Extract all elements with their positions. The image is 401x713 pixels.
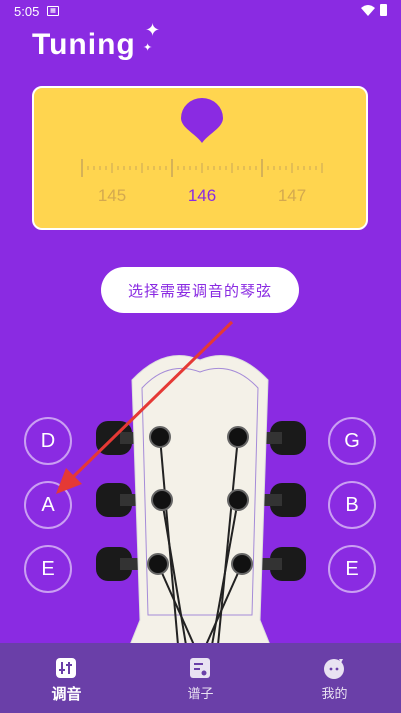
string-button-b[interactable]: B (328, 481, 376, 529)
frequency-high-label: 147 (277, 186, 307, 205)
string-button-a[interactable]: A (24, 481, 72, 529)
tuning-peg (262, 421, 306, 455)
nav-label-sheet-music: 谱子 (187, 686, 214, 701)
app-title: Tuning (32, 28, 136, 61)
tick-ruler (81, 159, 323, 177)
status-time: 5:05 (14, 4, 40, 19)
tuning-peg (262, 483, 306, 517)
sparkle-icon: ✦ (145, 20, 161, 40)
tuner-panel: 145 146 147 (32, 86, 368, 230)
tuning-peg (262, 547, 306, 581)
battery-icon (380, 4, 387, 16)
pitch-pin-icon (181, 98, 223, 143)
nav-label-profile: 我的 (321, 686, 348, 701)
string-button-high-e[interactable]: E (328, 545, 376, 593)
string-button-low-e[interactable]: E (24, 545, 72, 593)
sim-icon: ▦ (47, 6, 59, 16)
sheet-music-icon (190, 658, 210, 678)
guitar-headstock (96, 355, 306, 645)
string-button-d[interactable]: D (24, 417, 72, 465)
nav-item-profile[interactable]: 我的 (268, 643, 401, 713)
bottom-nav: 调音 谱子 我的 (0, 643, 401, 713)
nav-item-sheet-music[interactable]: 谱子 (134, 643, 267, 713)
profile-icon (324, 659, 344, 679)
frequency-current-label: 146 (187, 186, 217, 205)
string-button-g[interactable]: G (328, 417, 376, 465)
nav-item-tuner[interactable]: 调音 (0, 643, 133, 713)
wifi-icon (361, 5, 375, 16)
tuner-icon (56, 658, 76, 678)
tuning-peg (96, 483, 140, 517)
frequency-low-label: 145 (97, 186, 127, 205)
sparkle-icon: ✦ (143, 42, 153, 54)
status-bar: 5:05 ▦ (0, 0, 401, 24)
nav-label-tuner: 调音 (51, 686, 82, 703)
tuning-peg (96, 547, 140, 581)
